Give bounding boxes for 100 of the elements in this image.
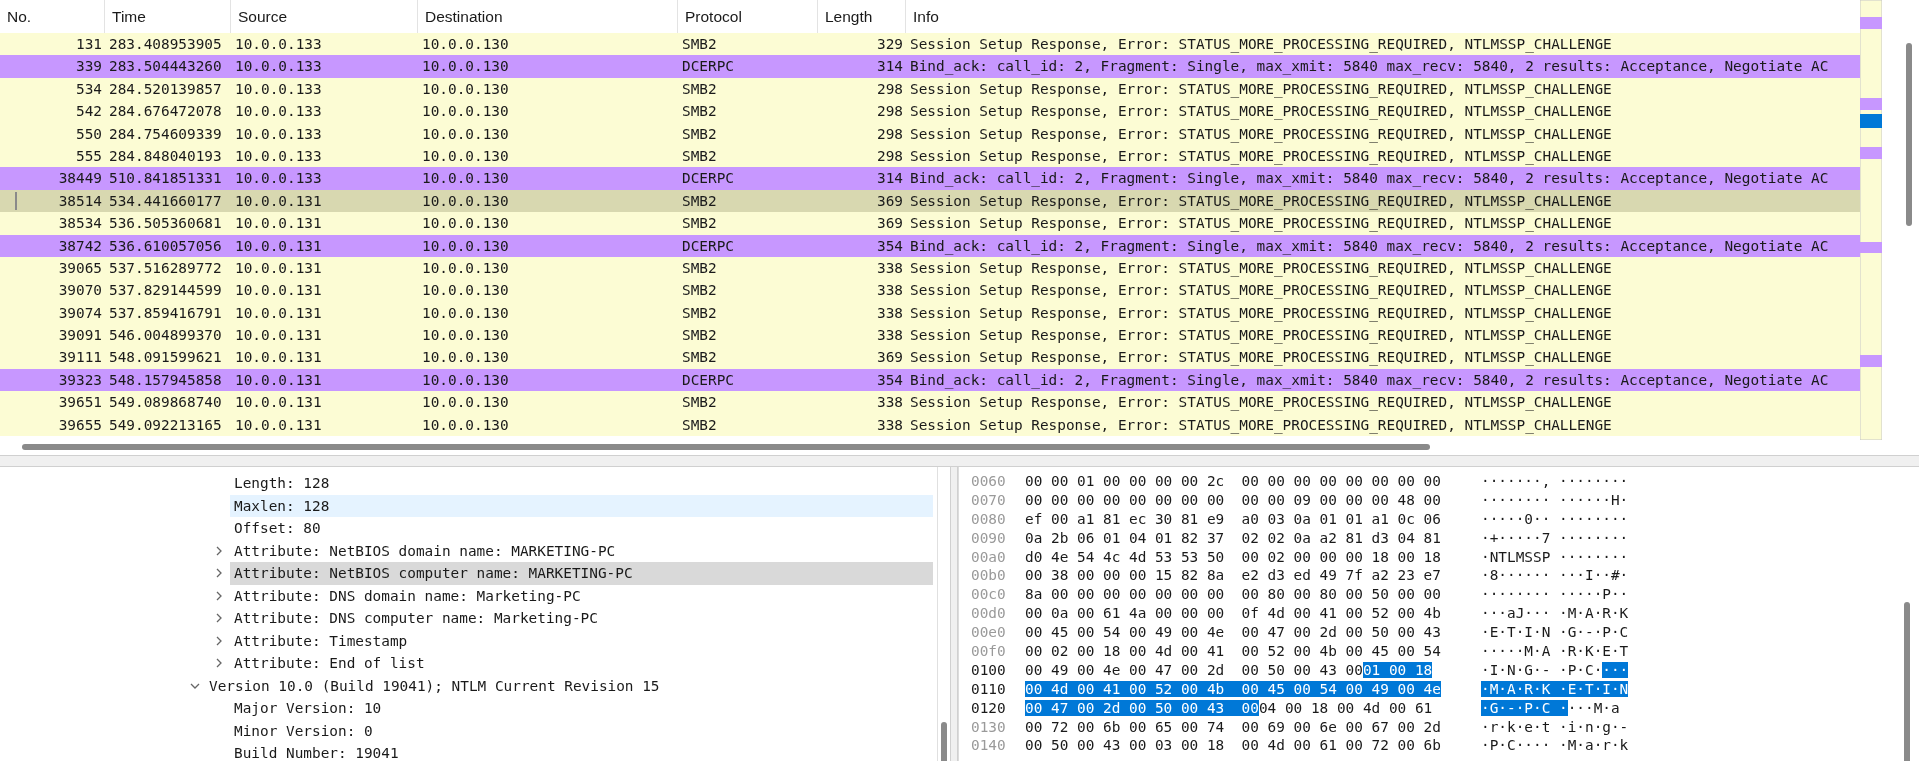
table-cell-text: 10.0.0.131: [234, 370, 323, 390]
tree-item[interactable]: Attribute: DNS domain name: Marketing-PC: [230, 584, 933, 607]
ascii-bytes[interactable]: ·G·-·P·C ·: [1481, 699, 1568, 716]
ascii-bytes[interactable]: ·····0·· ········: [1481, 510, 1629, 527]
column-header[interactable]: Info: [906, 0, 1860, 33]
table-cell-text: Session Setup Response, Error: STATUS_MORE_PROCESSING_REQUIRED, NTLMSSP_CHALLENGE: [909, 102, 1613, 122]
ascii-bytes[interactable]: ·M·A·R·K ·E·T·I·N: [1481, 680, 1629, 697]
ascii-bytes[interactable]: ·E·T·I·N ·G·-·P·C: [1481, 624, 1629, 641]
ascii-bytes[interactable]: ···: [1602, 661, 1629, 678]
chevron-right-icon[interactable]: [214, 589, 224, 602]
table-cell-text: 10.0.0.131: [234, 191, 323, 211]
table-cell-text: SMB2: [681, 303, 718, 323]
ascii-bytes[interactable]: ·r·k·e·t ·i·n·g·-: [1481, 718, 1629, 735]
packet-row[interactable]: 339 283.504443260 10.0.0.133 10.0.0.130 DCERPC 314 Bind_ack: call_id: 2, Fragment: Single, max_xmit: 5840 max_recv: 5840, 2 results: Acceptance, Negotiate AC: [0, 55, 1860, 78]
table-cell-text: 10.0.0.130: [421, 191, 510, 211]
table-cell-text: 546.004899370: [108, 326, 223, 346]
table-cell-text: DCERPC: [681, 370, 735, 390]
hex-bytes[interactable]: ef 00 a1 81 ec 30 81 e9 a0 03 0a 01 01 a1 0c 06: [1025, 510, 1441, 527]
table-cell-text: 39091: [57, 326, 103, 346]
table-cell-text: 38514: [57, 191, 103, 211]
table-cell-text: 534: [75, 79, 103, 99]
table-cell-text: Session Setup Response, Error: STATUS_MORE_PROCESSING_REQUIRED, NTLMSSP_CHALLENGE: [909, 124, 1613, 145]
hex-bytes[interactable]: 00 0a 00 61 4a 00 00 00 0f 4d 00 41 00 52 00 4b: [1025, 605, 1441, 622]
table-cell-text: 10.0.0.131: [234, 393, 323, 413]
table-cell-text: 39651: [57, 393, 103, 413]
table-cell-text: 550: [75, 124, 103, 144]
ascii-bytes[interactable]: ·······, ········: [1481, 473, 1629, 489]
tree-item[interactable]: Attribute: Timestamp: [230, 629, 933, 652]
hex-bytes[interactable]: 00 45 00 54 00 49 00 4e 00 47 00 2d 00 50 00 43: [1025, 624, 1441, 641]
byte-offset: 00e0: [971, 623, 1007, 642]
ascii-bytes[interactable]: ·NTLMSSP ········: [1481, 548, 1629, 565]
table-cell-text: DCERPC: [681, 169, 735, 189]
ascii-bytes[interactable]: ········ ·····P··: [1481, 586, 1629, 603]
packet-row[interactable]: 39323 548.157945858 10.0.0.131 10.0.0.130 DCERPC 354 Bind_ack: call_id: 2, Fragment: Single, max_xmit: 5840 max_recv: 5840, 2 results: Acceptance, Negotiate AC: [0, 368, 1860, 392]
tree-item[interactable]: Maxlen: 128: [230, 494, 933, 517]
scrollbar-thumb[interactable]: [1906, 43, 1912, 226]
table-cell-text: Session Setup Response, Error: STATUS_MORE_PROCESSING_REQUIRED, NTLMSSP_CHALLENGE: [909, 415, 1613, 436]
byte-offset: 0110: [971, 679, 1007, 699]
packet-row[interactable]: 38514 534.441660177 10.0.0.131 10.0.0.130 SMB2 369 Session Setup Response, Error: STATUS_MORE_PROCESSING_REQUIRED, NTLMSSP_CHALLENGE: [0, 189, 1860, 213]
table-cell-text: Session Setup Response, Error: STATUS_MORE_PROCESSING_REQUIRED, NTLMSSP_CHALLENGE: [909, 191, 1613, 212]
hex-bytes[interactable]: 00 49 00 4e 00 47 00 2d 00 50 00 43 00: [1025, 661, 1363, 678]
table-cell-text: SMB2: [681, 258, 718, 278]
hex-bytes[interactable]: 00 00 01 00 00 00 00 2c 00 00 00 00 00 00 00 00: [1025, 473, 1441, 489]
table-cell-text: 10.0.0.133: [234, 102, 323, 122]
table-cell-text: 354: [876, 236, 904, 256]
table-cell-text: 10.0.0.130: [421, 370, 510, 390]
tree-item[interactable]: Attribute: DNS computer name: Marketing-PC: [230, 607, 933, 630]
tree-item[interactable]: Major Version: 10: [230, 697, 933, 720]
table-cell-text: 542: [75, 102, 103, 122]
chevron-right-icon[interactable]: [214, 634, 224, 647]
tree-item[interactable]: Minor Version: 0: [230, 719, 933, 742]
table-cell-text: Session Setup Response, Error: STATUS_MORE_PROCESSING_REQUIRED, NTLMSSP_CHALLENGE: [909, 326, 1613, 346]
tree-item[interactable]: Version 10.0 (Build 19041); NTLM Current Revision 15: [205, 674, 933, 697]
hex-bytes[interactable]: 00 02 00 18 00 4d 00 41 00 52 00 4b 00 45 00 54: [1025, 643, 1441, 659]
tree-item[interactable]: Length: 128: [230, 472, 933, 495]
chevron-right-icon[interactable]: [214, 544, 224, 557]
tree-item[interactable]: Attribute: NetBIOS domain name: MARKETING-PC: [230, 539, 933, 562]
packet-row[interactable]: 38449 510.841851331 10.0.0.133 10.0.0.130 DCERPC 314 Bind_ack: call_id: 2, Fragment: Single, max_xmit: 5840 max_recv: 5840, 2 results: Acceptance, Negotiate AC: [0, 167, 1860, 190]
table-cell-text: 39074: [57, 303, 103, 323]
tree-item[interactable]: Attribute: End of list: [230, 652, 933, 675]
chevron-right-icon[interactable]: [214, 567, 224, 580]
hex-bytes[interactable]: d0 4e 54 4c 4d 53 53 50 00 02 00 00 00 18 00 18: [1025, 548, 1441, 565]
packet-row[interactable]: 38742 536.610057056 10.0.0.131 10.0.0.130 DCERPC 354 Bind_ack: call_id: 2, Fragment: Single, max_xmit: 5840 max_recv: 5840, 2 results: Acceptance, Negotiate AC: [0, 234, 1860, 257]
table-cell-text: 39655: [57, 415, 103, 435]
table-cell-text: 536.505360681: [108, 214, 223, 234]
hex-bytes[interactable]: 01 00 18: [1362, 661, 1433, 678]
byte-offset: 0140: [971, 736, 1007, 756]
table-cell-text: 369: [876, 214, 904, 234]
hex-bytes[interactable]: 00 47 00 2d 00 50 00 43 00: [1025, 699, 1259, 716]
table-cell-text: 283.408953905: [108, 35, 223, 54]
table-cell-text: 10.0.0.130: [421, 415, 510, 435]
chevron-right-icon[interactable]: [214, 612, 224, 625]
scrollbar-thumb[interactable]: [1904, 602, 1910, 761]
scrollbar-thumb[interactable]: [22, 443, 1430, 450]
ascii-bytes[interactable]: ·I·N·G·- ·P·C·: [1481, 661, 1603, 678]
ascii-bytes[interactable]: ···aJ··· ·M·A·R·K: [1481, 605, 1629, 622]
hex-bytes[interactable]: 8a 00 00 00 00 00 00 00 00 80 00 80 00 50 00 00: [1025, 586, 1441, 603]
selection-marker: [15, 191, 17, 210]
hex-bytes[interactable]: 00 38 00 00 00 15 82 8a e2 d3 ed 49 7f a2 23 e7: [1025, 567, 1441, 584]
tree-item[interactable]: Offset: 80: [230, 517, 933, 540]
byte-offset: 00b0: [971, 566, 1007, 586]
tree-item[interactable]: Build Number: 19041: [230, 742, 933, 761]
ascii-bytes[interactable]: ········ ······H·: [1481, 491, 1629, 508]
hex-bytes[interactable]: 00 50 00 43 00 03 00 18 00 4d 00 61 00 72 00 6b: [1025, 737, 1441, 754]
hex-bytes[interactable]: 00 4d 00 41 00 52 00 4b 00 45 00 54 00 49 00 4e: [1025, 680, 1441, 697]
ascii-bytes[interactable]: ·····M·A ·R·K·E·T: [1481, 643, 1629, 659]
ascii-bytes[interactable]: ·P·C···· ·M·a·r·k: [1481, 737, 1629, 754]
byte-offset: 0070: [971, 490, 1007, 510]
ascii-bytes[interactable]: ·+·····7 ········: [1481, 529, 1629, 546]
chevron-right-icon[interactable]: [214, 657, 224, 670]
hex-bytes[interactable]: 00 72 00 6b 00 65 00 74 00 69 00 6e 00 67 00 2d: [1025, 718, 1441, 735]
ascii-bytes[interactable]: ·8······ ···I··#·: [1481, 567, 1629, 584]
ascii-bytes[interactable]: ···M·a: [1567, 699, 1620, 716]
packet-map-drawing[interactable]: [1860, 0, 1882, 440]
table-cell-text: Bind_ack: call_id: 2, Fragment: Single, max_xmit: 5840 max_recv: 5840, 2 results: Acceptance, Negotiate AC: [909, 57, 1830, 77]
hex-bytes[interactable]: 04 00 18 00 4d 00 61: [1258, 699, 1433, 716]
hex-bytes[interactable]: 0a 2b 06 01 04 01 82 37 02 02 0a a2 81 d3 04 81: [1025, 529, 1441, 546]
tree-item[interactable]: Attribute: NetBIOS computer name: MARKETING-PC: [230, 562, 933, 585]
hex-bytes[interactable]: 00 00 00 00 00 00 00 00 00 00 09 00 00 00 48 00: [1025, 491, 1441, 508]
table-cell-text: Bind_ack: call_id: 2, Fragment: Single, max_xmit: 5840 max_recv: 5840, 2 results: Acceptance, Negotiate AC: [909, 370, 1830, 391]
